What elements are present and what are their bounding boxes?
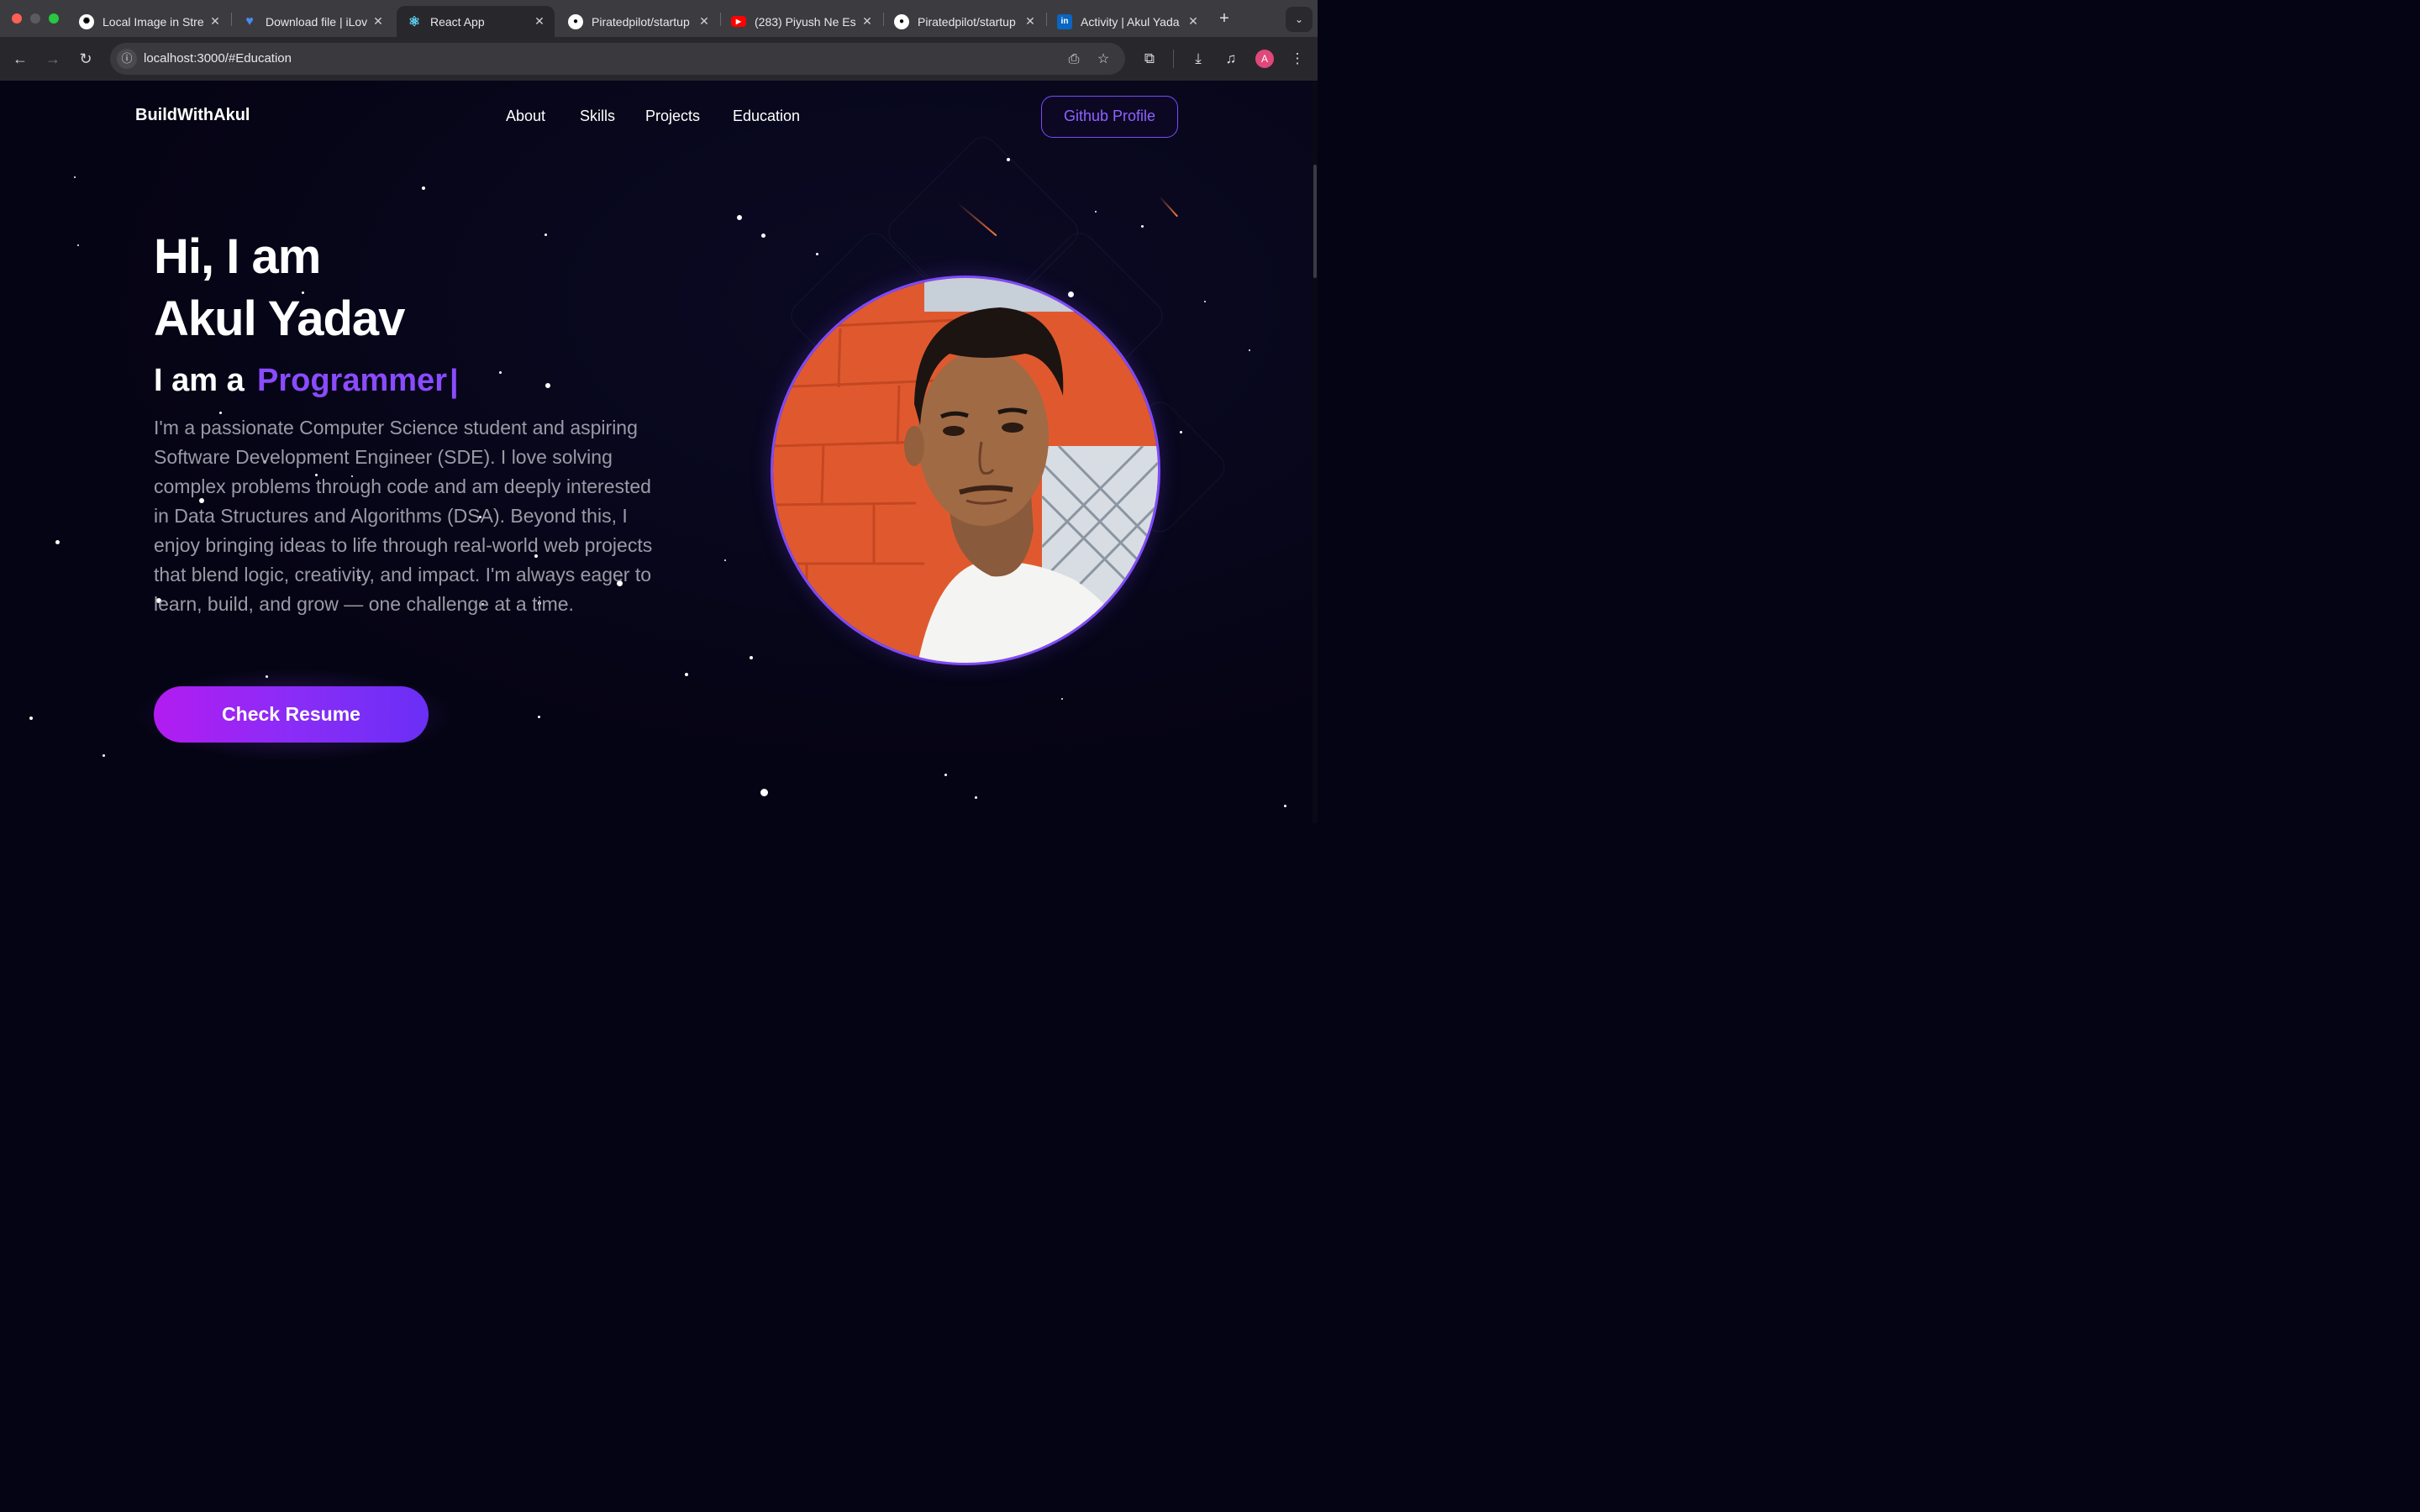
browser-tab-bar: ✺ Local Image in Stre ✕ ♥ Download file … <box>0 0 1318 37</box>
hero-greeting: Hi, I am <box>154 229 321 284</box>
install-app-icon[interactable]: ⎙ <box>1065 50 1083 69</box>
portfolio-page: BuildWithAkul About Skills Projects Educ… <box>0 81 1318 823</box>
window-minimize-dot[interactable] <box>30 13 40 24</box>
nav-link-education[interactable]: Education <box>733 108 800 125</box>
check-resume-button[interactable]: Check Resume <box>154 686 429 743</box>
tab-title: (283) Piyush Ne Es <box>755 14 856 29</box>
browser-tab[interactable]: ✺ Local Image in Stre ✕ <box>69 6 230 37</box>
browser-tab[interactable]: ● Piratedpilot/startup ✕ <box>558 6 719 37</box>
new-tab-button[interactable]: + <box>1215 8 1234 29</box>
github-icon: ● <box>568 13 583 29</box>
star <box>1141 225 1144 228</box>
window-zoom-dot[interactable] <box>49 13 59 24</box>
close-icon[interactable]: ✕ <box>533 14 546 29</box>
close-icon[interactable]: ✕ <box>697 14 711 29</box>
browser-tab[interactable]: in Activity | Akul Yada ✕ <box>1047 6 1208 37</box>
tab-title: Piratedpilot/startup <box>592 14 690 29</box>
profile-avatar[interactable]: A <box>1255 50 1274 68</box>
shooting-star <box>1159 196 1178 218</box>
window-close-dot[interactable] <box>12 13 22 24</box>
star <box>1284 805 1286 807</box>
star <box>975 796 977 799</box>
url-text[interactable]: localhost:3000/#Education <box>144 51 292 66</box>
media-control-icon[interactable]: ♫ <box>1220 48 1242 70</box>
star <box>545 383 550 388</box>
tab-title: Piratedpilot/startup <box>918 14 1016 29</box>
star <box>74 176 76 178</box>
tab-search-chevron-icon[interactable]: ⌄ <box>1286 7 1313 32</box>
toolbar-divider <box>1173 50 1174 68</box>
tab-title: Activity | Akul Yada <box>1081 14 1180 29</box>
star <box>1249 349 1250 351</box>
extensions-puzzle-icon[interactable]: ⧉ <box>1139 48 1160 70</box>
brand-logo[interactable]: BuildWithAkul <box>135 106 250 125</box>
profile-photo <box>771 276 1160 665</box>
hero-name: Akul Yadav <box>154 291 405 346</box>
react-icon: ⚛ <box>408 14 421 29</box>
star <box>29 717 33 720</box>
ilovepdf-heart-icon: ♥ <box>245 13 254 29</box>
download-icon[interactable]: ⤓ <box>1187 48 1209 70</box>
browser-tab-active[interactable]: ⚛ React App ✕ <box>397 6 555 37</box>
star <box>103 754 105 757</box>
tab-title: Local Image in Stre <box>103 14 204 29</box>
reload-icon[interactable]: ↻ <box>74 47 97 71</box>
close-icon[interactable]: ✕ <box>208 14 222 29</box>
star <box>499 371 502 374</box>
star <box>724 559 726 561</box>
youtube-icon: ▶ <box>731 16 746 27</box>
star <box>77 244 79 246</box>
more-menu-icon[interactable]: ⋮ <box>1286 48 1308 70</box>
back-arrow-icon[interactable]: ← <box>8 47 32 71</box>
hero-bio: I'm a passionate Computer Science studen… <box>154 417 653 615</box>
browser-toolbar: ← → ↻ ⓘ localhost:3000/#Education ⎙ ☆ ⧉ … <box>0 37 1318 81</box>
bookmark-star-icon[interactable]: ☆ <box>1094 50 1113 69</box>
linkedin-icon: in <box>1057 13 1072 29</box>
browser-tab[interactable]: ▶ (283) Piyush Ne Es ✕ <box>721 6 882 37</box>
star <box>1204 301 1206 302</box>
close-icon[interactable]: ✕ <box>1186 14 1200 29</box>
typing-caret: | <box>450 364 459 399</box>
typed-role: Programmer <box>257 363 447 398</box>
star <box>816 253 818 255</box>
github-icon: ● <box>894 13 909 29</box>
close-icon[interactable]: ✕ <box>371 14 385 29</box>
star <box>760 789 768 796</box>
github-profile-button[interactable]: Github Profile <box>1041 96 1178 138</box>
star <box>544 234 547 236</box>
profile-photo-illustration <box>773 278 1158 663</box>
nav-link-skills[interactable]: Skills <box>580 108 615 125</box>
openai-icon: ✺ <box>79 13 94 29</box>
star <box>737 215 742 220</box>
star <box>761 234 765 238</box>
nav-link-about[interactable]: About <box>506 108 545 125</box>
star <box>538 716 540 718</box>
forward-arrow-icon[interactable]: → <box>41 47 65 71</box>
star <box>1061 698 1063 700</box>
site-info-icon[interactable]: ⓘ <box>117 49 137 69</box>
star <box>55 540 60 544</box>
star <box>1095 211 1097 213</box>
close-icon[interactable]: ✕ <box>860 14 874 29</box>
address-bar[interactable]: ⓘ localhost:3000/#Education ⎙ ☆ <box>110 43 1125 75</box>
nav-link-projects[interactable]: Projects <box>645 108 700 125</box>
browser-tab[interactable]: ♥ Download file | iLov ✕ <box>232 6 393 37</box>
close-icon[interactable]: ✕ <box>1023 14 1037 29</box>
star <box>422 186 425 190</box>
role-prefix: I am a <box>154 363 245 398</box>
star <box>750 656 753 659</box>
star <box>685 673 688 676</box>
tab-title: Download file | iLov <box>266 14 368 29</box>
scrollbar-thumb[interactable] <box>1313 165 1317 278</box>
star <box>944 774 947 776</box>
browser-tab[interactable]: ● Piratedpilot/startup ✕ <box>884 6 1045 37</box>
tab-title: React App <box>430 14 485 29</box>
page-scrollbar[interactable] <box>1313 81 1318 823</box>
